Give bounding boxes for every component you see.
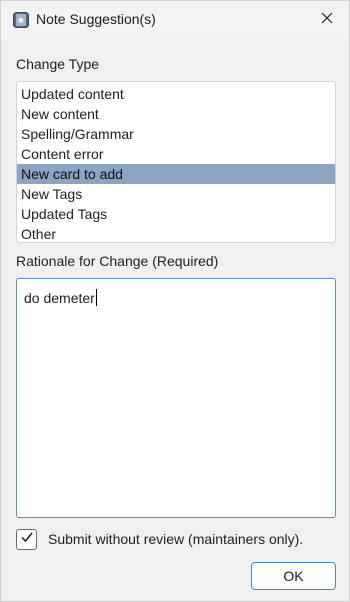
list-item[interactable]: Updated Tags bbox=[17, 204, 335, 224]
list-item[interactable]: Updated content bbox=[17, 84, 335, 104]
close-button[interactable] bbox=[305, 1, 349, 39]
note-suggestion-dialog: Note Suggestion(s) Change Type Updated c… bbox=[0, 0, 350, 602]
close-icon bbox=[321, 11, 333, 29]
rationale-textarea[interactable]: do demeter bbox=[16, 278, 336, 518]
checkmark-icon bbox=[20, 530, 34, 549]
list-item[interactable]: Content error bbox=[17, 144, 335, 164]
title-bar: Note Suggestion(s) bbox=[1, 1, 349, 39]
list-item-selected[interactable]: New card to add bbox=[17, 164, 335, 184]
rationale-text: do demeter bbox=[24, 290, 95, 306]
ok-button[interactable]: OK bbox=[251, 562, 336, 590]
list-item[interactable]: New Tags bbox=[17, 184, 335, 204]
submit-without-review-checkbox[interactable] bbox=[16, 529, 37, 550]
list-item[interactable]: New content bbox=[17, 104, 335, 124]
text-caret bbox=[95, 289, 97, 306]
submit-without-review-label[interactable]: Submit without review (maintainers only)… bbox=[48, 531, 303, 547]
change-type-listbox[interactable]: Updated content New content Spelling/Gra… bbox=[16, 81, 336, 243]
change-type-label: Change Type bbox=[16, 56, 100, 72]
window-title: Note Suggestion(s) bbox=[36, 11, 156, 27]
app-icon bbox=[13, 12, 29, 28]
list-item[interactable]: Other bbox=[17, 224, 335, 242]
list-item[interactable]: Spelling/Grammar bbox=[17, 124, 335, 144]
rationale-label: Rationale for Change (Required) bbox=[16, 253, 219, 269]
